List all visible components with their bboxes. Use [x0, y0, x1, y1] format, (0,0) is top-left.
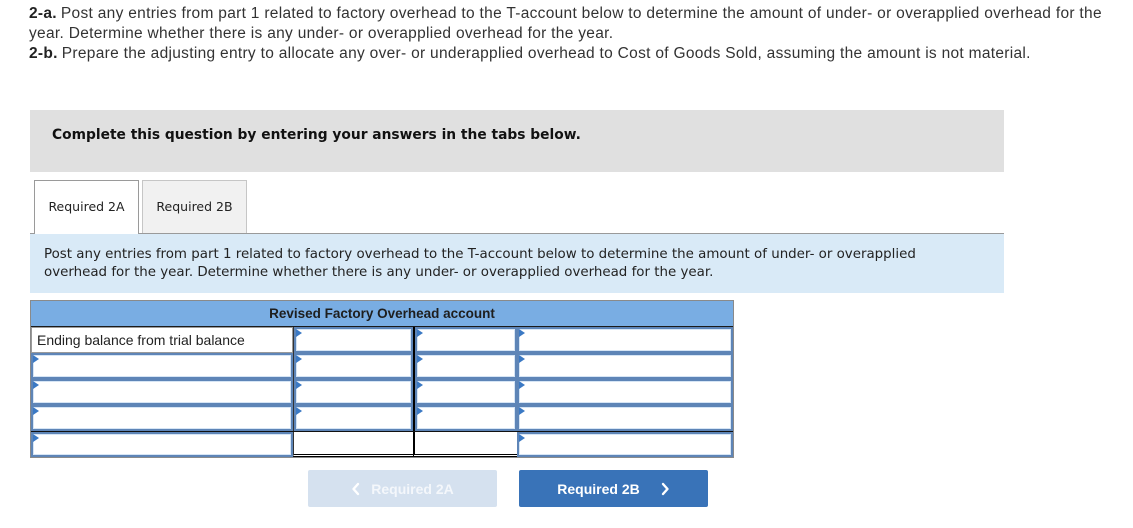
debit-label-cell: [31, 379, 293, 405]
debit-label-static: Ending balance from trial balance: [31, 327, 293, 353]
credit-label-input[interactable]: [517, 379, 733, 405]
input-flag-icon: [519, 329, 525, 337]
input-flag-icon: [33, 434, 39, 442]
t-account-row: [31, 379, 733, 405]
part-2b-text: Prepare the adjusting entry to allocate …: [61, 45, 1031, 62]
t-account-row: [31, 405, 733, 431]
credit-amount-input[interactable]: [415, 327, 517, 353]
input-flag-icon: [296, 407, 302, 415]
input-flag-icon: [417, 381, 423, 389]
input-flag-icon: [33, 381, 39, 389]
prev-tab-label: Required 2A: [371, 480, 454, 497]
debit-amount-cell: [293, 353, 413, 379]
input-flag-icon: [519, 407, 525, 415]
input-flag-icon: [296, 381, 302, 389]
t-account-row: [31, 353, 733, 379]
chevron-right-icon: [661, 482, 669, 495]
input-flag-icon: [519, 355, 525, 363]
input-flag-icon: [519, 381, 525, 389]
tab-required-2a[interactable]: Required 2A: [34, 180, 139, 234]
balance-label-cell: [31, 432, 293, 457]
question-instructions: 2-a. Post any entries from part 1 related…: [29, 4, 1119, 64]
debit-amount-cell: [293, 405, 413, 431]
credit-amount-cell: [413, 353, 517, 379]
credit-amount-input[interactable]: [415, 353, 517, 379]
debit-label-input[interactable]: [31, 353, 293, 379]
t-account-title: Revised Factory Overhead account: [31, 301, 733, 327]
prev-tab-button[interactable]: Required 2A: [308, 470, 497, 507]
input-flag-icon: [296, 355, 302, 363]
part-2a-text: Post any entries from part 1 related to …: [29, 5, 1102, 42]
credit-label-cell: [517, 327, 733, 353]
debit-total-static: [293, 432, 413, 457]
instruction-banner: Complete this question by entering your …: [30, 110, 1004, 172]
t-account-table: Revised Factory Overhead account Ending …: [30, 300, 734, 458]
t-account-row: Ending balance from trial balance: [31, 327, 733, 353]
t-account-balance-row: [31, 431, 733, 457]
input-flag-icon: [33, 355, 39, 363]
debit-amount-input[interactable]: [294, 327, 413, 353]
debit-amount-cell: [293, 379, 413, 405]
debit-amount-input[interactable]: [294, 353, 413, 379]
debit-label-cell: [31, 353, 293, 379]
credit-amount-cell: [413, 379, 517, 405]
credit-amount-input[interactable]: [415, 379, 517, 405]
credit-label-input[interactable]: [517, 353, 733, 379]
credit-amount-cell: [413, 327, 517, 353]
chevron-left-icon: [352, 482, 360, 495]
credit-label-cell: [517, 379, 733, 405]
credit-balance-label-cell: [517, 432, 733, 457]
input-flag-icon: [417, 355, 423, 363]
part-2a-label: 2-a.: [29, 5, 57, 22]
next-tab-label: Required 2B: [557, 480, 640, 497]
credit-total-static: [413, 432, 517, 457]
credit-label-cell: [517, 353, 733, 379]
banner-text: Complete this question by entering your …: [52, 127, 581, 143]
debit-amount-input[interactable]: [294, 405, 413, 431]
credit-label-input[interactable]: [517, 405, 733, 431]
debit-label-input[interactable]: [31, 405, 293, 431]
input-flag-icon: [33, 407, 39, 415]
debit-label-cell: [31, 405, 293, 431]
tab-required-2b[interactable]: Required 2B: [142, 180, 247, 233]
credit-balance-label-input[interactable]: [517, 432, 733, 457]
credit-amount-input[interactable]: [415, 405, 517, 431]
tab-panel-instruction: Post any entries from part 1 related to …: [30, 234, 1004, 293]
part-2b-instruction: 2-b. Prepare the adjusting entry to alloc…: [29, 44, 1119, 64]
debit-label-input[interactable]: [31, 379, 293, 405]
credit-amount-cell: [413, 405, 517, 431]
credit-label-cell: [517, 405, 733, 431]
input-flag-icon: [417, 407, 423, 415]
input-flag-icon: [519, 434, 525, 442]
input-flag-icon: [296, 329, 302, 337]
part-2b-label: 2-b.: [29, 45, 58, 62]
debit-amount-input[interactable]: [294, 379, 413, 405]
credit-label-input[interactable]: [517, 327, 733, 353]
balance-label-input[interactable]: [31, 432, 293, 457]
next-tab-button[interactable]: Required 2B: [519, 470, 708, 507]
debit-amount-cell: [293, 327, 413, 353]
input-flag-icon: [417, 329, 423, 337]
part-2a-instruction: 2-a. Post any entries from part 1 related…: [29, 4, 1119, 44]
